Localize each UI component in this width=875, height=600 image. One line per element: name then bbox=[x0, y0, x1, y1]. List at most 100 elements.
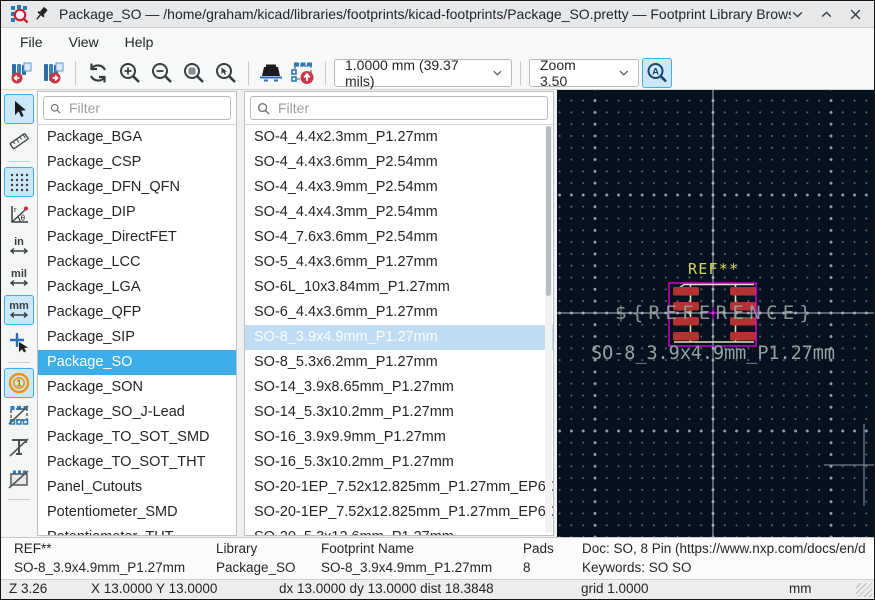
toolbar-separator bbox=[8, 362, 30, 363]
library-item[interactable]: Package_TO_SOT_THT bbox=[38, 450, 236, 475]
double-arrow-icon bbox=[9, 279, 29, 287]
units-mm-button[interactable]: mm bbox=[4, 295, 34, 325]
library-item[interactable]: Package_SO_J-Lead bbox=[38, 400, 236, 425]
library-item[interactable]: Package_LCC bbox=[38, 250, 236, 275]
library-item[interactable]: Package_TO_SOT_SMD bbox=[38, 425, 236, 450]
select-tool-button[interactable] bbox=[4, 94, 34, 124]
pad-4 bbox=[673, 332, 699, 341]
library-item[interactable]: Potentiometer_SMD bbox=[38, 500, 236, 525]
footprint-item[interactable]: SO-4_4.4x2.3mm_P1.27mm bbox=[245, 125, 553, 150]
library-next-icon bbox=[44, 62, 64, 83]
footprint-item[interactable]: SO-16_5.3x10.2mm_P1.27mm bbox=[245, 450, 553, 475]
library-item[interactable]: Package_DIP bbox=[38, 200, 236, 225]
library-item[interactable]: Potentiometer_THT bbox=[38, 525, 236, 535]
footprint-filter-wrap bbox=[245, 92, 553, 125]
library-item[interactable]: Package_DFN_QFN bbox=[38, 175, 236, 200]
grid-unit-select[interactable]: 1.0000 mm (39.37 mils) bbox=[334, 57, 512, 89]
footprint-sketch-mode-button[interactable] bbox=[4, 464, 34, 494]
toolbar-separator bbox=[8, 161, 30, 162]
titlebar[interactable]: Package_SO — /home/graham/kicad/librarie… bbox=[1, 1, 874, 28]
zoom-in-icon bbox=[120, 62, 140, 83]
mm-label: mm bbox=[9, 300, 29, 312]
status-cursor: X 13.0000 Y 13.0000 bbox=[91, 581, 218, 596]
footprint-item[interactable]: SO-4_4.4x3.9mm_P2.54mm bbox=[245, 175, 553, 200]
footprint-info-panel: REF** SO-8_3.9x4.9mm_P1.27mm Library Pac… bbox=[1, 537, 874, 579]
footprint-canvas[interactable]: REF** ${REFERENCE} SO-8_3.9x4.9mm_P1.27m… bbox=[557, 90, 874, 537]
panel-gap bbox=[237, 90, 244, 537]
library-item[interactable]: Package_SO bbox=[38, 350, 236, 375]
menu-file[interactable]: File bbox=[7, 30, 56, 54]
status-grid: grid 1.0000 bbox=[581, 581, 649, 596]
footprint-item[interactable]: SO-6L_10x3.84mm_P1.27mm bbox=[245, 275, 553, 300]
library-filter-input[interactable] bbox=[66, 99, 224, 117]
status-zoom: Z 3.26 bbox=[9, 581, 48, 596]
toolbar-separator bbox=[75, 60, 76, 85]
previous-library-button[interactable] bbox=[6, 58, 36, 88]
library-item[interactable]: Package_QFP bbox=[38, 300, 236, 325]
units-inches-button[interactable]: in bbox=[4, 231, 34, 261]
library-item[interactable]: Package_DirectFET bbox=[38, 225, 236, 250]
resize-grip[interactable] bbox=[856, 583, 872, 597]
footprint-list-scrollbar[interactable] bbox=[545, 126, 552, 533]
refresh-library-button[interactable] bbox=[83, 58, 113, 88]
zoom-level-select[interactable]: Zoom 3.50 bbox=[529, 57, 639, 89]
svg-text:r: r bbox=[14, 205, 17, 214]
footprint-item[interactable]: SO-14_3.9x8.65mm_P1.27mm bbox=[245, 375, 553, 400]
zoom-fit-button[interactable] bbox=[179, 58, 209, 88]
next-library-button[interactable] bbox=[38, 58, 68, 88]
library-item[interactable]: Panel_Cutouts bbox=[38, 475, 236, 500]
footprint-item[interactable]: SO-20-1EP_7.52x12.825mm_P1.27mm_EP6.045 bbox=[245, 475, 553, 500]
menu-view[interactable]: View bbox=[56, 30, 112, 54]
library-item[interactable]: Package_CSP bbox=[38, 150, 236, 175]
menu-help[interactable]: Help bbox=[112, 30, 167, 54]
footprint-item[interactable]: SO-8_3.9x4.9mm_P1.27mm bbox=[245, 325, 553, 350]
library-item[interactable]: Package_LGA bbox=[38, 275, 236, 300]
maximize-button[interactable] bbox=[820, 8, 833, 21]
footprint-item[interactable]: SO-4_4.4x4.3mm_P2.54mm bbox=[245, 200, 553, 225]
footprint-filter-input[interactable] bbox=[276, 99, 541, 117]
footprint-item[interactable]: SO-5_4.4x3.6mm_P1.27mm bbox=[245, 250, 553, 275]
zoom-selection-button[interactable] bbox=[211, 58, 241, 88]
footprint-item[interactable]: SO-16_3.9x9.9mm_P1.27mm bbox=[245, 425, 553, 450]
auto-zoom-toggle[interactable]: A bbox=[642, 57, 672, 88]
units-mils-button[interactable]: mil bbox=[4, 263, 34, 293]
show-3d-viewer-button[interactable] bbox=[256, 58, 286, 88]
show-pad-numbers-button[interactable]: 1 bbox=[4, 368, 34, 398]
library-item[interactable]: Package_SIP bbox=[38, 325, 236, 350]
3d-component-icon bbox=[260, 64, 282, 81]
pad-sketch-mode-button[interactable] bbox=[4, 400, 34, 430]
app-icon bbox=[11, 5, 29, 24]
measure-tool-button[interactable] bbox=[4, 126, 34, 156]
library-filter-box[interactable] bbox=[43, 96, 231, 120]
zoom-out-button[interactable] bbox=[147, 58, 177, 88]
library-item[interactable]: Package_SON bbox=[38, 375, 236, 400]
info-footprint-name-value: SO-8_3.9x4.9mm_P1.27mm bbox=[321, 560, 493, 575]
full-crosshair-button[interactable] bbox=[4, 327, 34, 357]
auto-zoom-icon: A bbox=[647, 62, 667, 82]
footprint-item[interactable]: SO-4_4.4x3.6mm_P2.54mm bbox=[245, 150, 553, 175]
info-reference: REF** bbox=[14, 541, 52, 556]
info-library-value: Package_SO bbox=[216, 560, 296, 575]
pin-icon[interactable] bbox=[35, 6, 49, 22]
footprint-item[interactable]: SO-14_5.3x10.2mm_P1.27mm bbox=[245, 400, 553, 425]
text-sketch-mode-button[interactable] bbox=[4, 432, 34, 462]
info-footprint-name-header: Footprint Name bbox=[321, 541, 415, 556]
scrollbar-thumb[interactable] bbox=[546, 126, 551, 296]
footprint-filter-box[interactable] bbox=[250, 96, 548, 120]
footprint-item[interactable]: SO-20-1EP_7.52x12.825mm_P1.27mm_EP6.045 bbox=[245, 500, 553, 525]
minimize-button[interactable] bbox=[791, 8, 804, 21]
zoom-in-button[interactable] bbox=[115, 58, 145, 88]
footprint-item[interactable]: SO-4_7.6x3.6mm_P2.54mm bbox=[245, 225, 553, 250]
info-footprint-id: SO-8_3.9x4.9mm_P1.27mm bbox=[14, 560, 186, 575]
insert-footprint-in-board-button[interactable] bbox=[288, 58, 318, 88]
footprint-item[interactable]: SO-8_5.3x6.2mm_P1.27mm bbox=[245, 350, 553, 375]
pad-5 bbox=[730, 332, 756, 341]
polar-coords-button[interactable]: r θ bbox=[4, 199, 34, 229]
footprint-panel: SO-4_4.4x2.3mm_P1.27mmSO-4_4.4x3.6mm_P2.… bbox=[244, 91, 554, 536]
library-item[interactable]: Package_BGA bbox=[38, 125, 236, 150]
footprint-item[interactable]: SO-20_5.3x12.6mm_P1.27mm bbox=[245, 525, 553, 535]
pads-outline-icon bbox=[8, 405, 29, 425]
show-grid-button[interactable] bbox=[4, 167, 34, 197]
footprint-item[interactable]: SO-6_4.4x3.6mm_P1.27mm bbox=[245, 300, 553, 325]
close-button[interactable] bbox=[849, 8, 862, 21]
